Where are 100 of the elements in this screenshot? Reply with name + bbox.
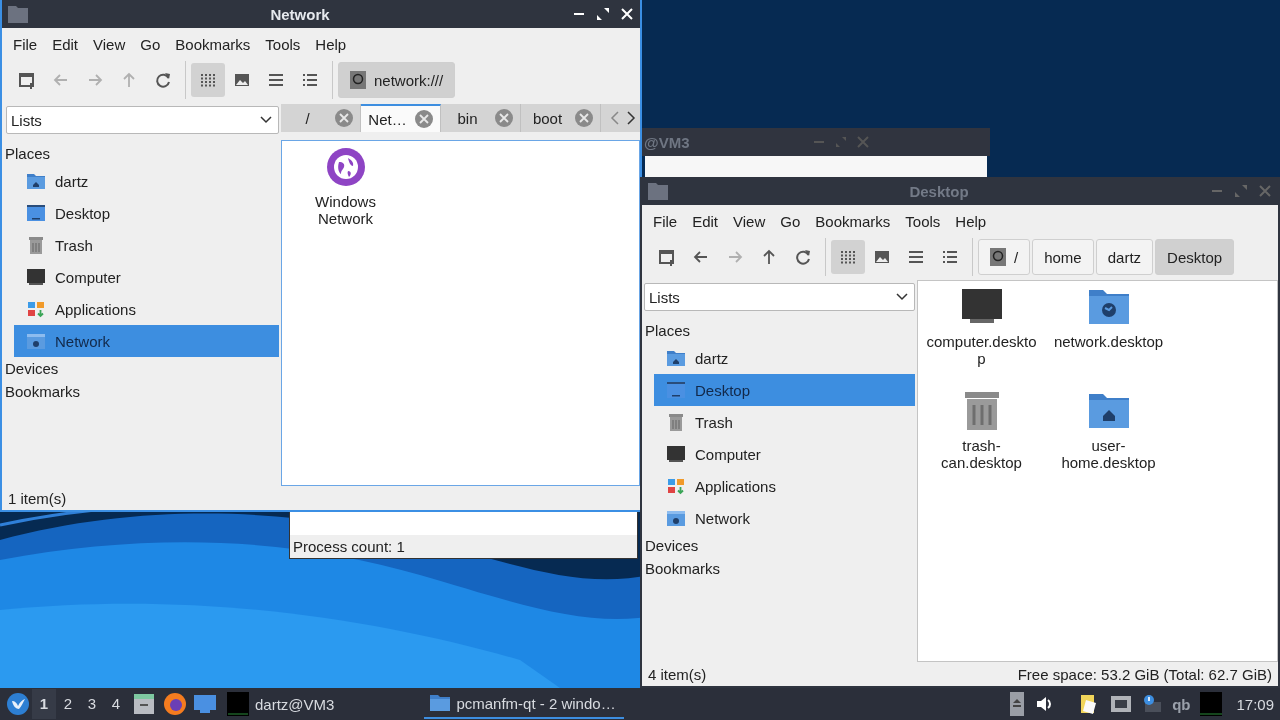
trash-icon [26, 235, 46, 255]
section-heading[interactable]: Devices [4, 357, 279, 380]
app-grid-icon [666, 476, 686, 496]
chevron-down-icon [896, 293, 908, 301]
desktop-icon [666, 380, 686, 400]
folder-icon [648, 182, 668, 200]
workspace-button[interactable]: 1 [32, 689, 56, 719]
home-folder-icon [666, 348, 686, 368]
view-mode-button[interactable] [831, 240, 865, 274]
menu-item[interactable]: Tools [258, 35, 309, 53]
sidebar-item[interactable]: Network [14, 325, 279, 357]
path-button[interactable]: / [978, 239, 1031, 275]
menu-item[interactable]: Help [308, 35, 355, 53]
network-folder-icon [666, 508, 686, 528]
menu-item[interactable]: Tools [898, 212, 949, 230]
file-label[interactable]: trash-can.desktop [925, 437, 1038, 471]
status-text: 1 item(s) [8, 489, 67, 507]
menu-item[interactable]: Edit [45, 35, 87, 53]
tab[interactable]: / [281, 104, 361, 132]
section-heading[interactable]: Devices [644, 534, 915, 557]
view-mode-button[interactable] [191, 63, 225, 97]
sidebar-item[interactable]: Applications [14, 293, 279, 325]
view-combo[interactable]: Lists [644, 283, 915, 311]
menu-item[interactable]: File [6, 35, 46, 53]
section-heading[interactable]: Bookmarks [644, 557, 915, 580]
file-label[interactable]: computer.desktop [925, 333, 1038, 367]
file-label[interactable]: Windows Network [289, 193, 402, 227]
menu-item[interactable]: View [726, 212, 774, 230]
folder-icon [430, 695, 451, 711]
folder-icon [8, 5, 28, 23]
menu-item[interactable]: Bookmarks [808, 212, 899, 230]
notification-icon[interactable] [1142, 694, 1163, 714]
file-label[interactable]: network.desktop [1053, 333, 1164, 350]
eject-icon[interactable] [1010, 692, 1025, 716]
path-button[interactable]: Desktop [1155, 239, 1235, 275]
free-space-text: Free space: 53.2 GiB (Total: 62.7 GiB) [1017, 665, 1272, 683]
drive-icon [350, 71, 366, 89]
sidebar-item[interactable]: dartz [654, 342, 915, 374]
file-label[interactable]: user-home.desktop [1052, 437, 1165, 471]
menu-item[interactable]: Bookmarks [168, 35, 259, 53]
section-heading[interactable]: Places [644, 319, 915, 342]
tab[interactable]: Net… [361, 104, 441, 132]
menu-item[interactable]: View [86, 35, 134, 53]
menu-item[interactable]: Go [773, 212, 809, 230]
home-folder-icon [1088, 391, 1129, 431]
sidebar-item[interactable]: Trash [654, 406, 915, 438]
file-cabinet-icon[interactable] [132, 692, 156, 716]
tray-label[interactable]: qb [1172, 695, 1191, 713]
terminal-icon [227, 692, 249, 716]
sidebar-item[interactable]: dartz [14, 165, 279, 197]
chevron-down-icon [260, 116, 272, 124]
desktop-icon [26, 203, 46, 223]
status-text: 4 item(s) [648, 665, 707, 683]
start-menu-icon[interactable] [6, 692, 30, 716]
tab[interactable]: bin [441, 104, 521, 132]
path-button[interactable]: dartz [1095, 239, 1154, 275]
tab[interactable]: boot [521, 104, 601, 132]
menu-item[interactable]: File [646, 212, 686, 230]
workspace-button[interactable]: 3 [80, 689, 104, 719]
desktop-icon[interactable] [193, 693, 217, 715]
view-combo[interactable]: Lists [6, 106, 279, 134]
sidebar-item[interactable]: Network [654, 502, 915, 534]
path-button[interactable]: network:/// [338, 62, 456, 98]
network-port-icon[interactable] [1110, 694, 1133, 714]
path-button[interactable]: home [1032, 239, 1094, 275]
section-heading[interactable]: Bookmarks [4, 380, 279, 403]
app-grid-icon [26, 299, 46, 319]
workspace-button[interactable]: 4 [104, 689, 128, 719]
new-window-icon[interactable] [17, 70, 37, 90]
reload-icon[interactable] [153, 70, 173, 90]
menu-item[interactable]: Go [133, 35, 169, 53]
workspace-button[interactable]: 2 [56, 689, 80, 719]
clock[interactable]: 17:09 [1236, 695, 1274, 713]
section-heading[interactable]: Places [4, 142, 279, 165]
tab-label: Net… [367, 110, 408, 128]
status-text: Process count: 1 [293, 538, 405, 555]
chevron-right-icon[interactable] [626, 111, 636, 125]
new-window-icon[interactable] [657, 247, 677, 267]
sidebar-item[interactable]: Computer [654, 438, 915, 470]
sidebar-item[interactable]: Applications [654, 470, 915, 502]
maximize-icon[interactable] [596, 7, 610, 21]
tab-label: boot [531, 109, 564, 127]
trash-icon [666, 412, 686, 432]
globe-icon [325, 147, 366, 187]
task-button[interactable]: dartz@VM3 [221, 689, 341, 719]
tab-label: / [304, 109, 311, 127]
sidebar-item[interactable]: Trash [14, 229, 279, 261]
menu-item[interactable]: Edit [685, 212, 727, 230]
home-folder-icon [26, 171, 46, 191]
network-folder-icon [26, 331, 46, 351]
window-title: Desktop [908, 182, 970, 200]
reload-icon[interactable] [793, 247, 813, 267]
sidebar-item[interactable]: Desktop [654, 374, 915, 406]
sidebar-item[interactable]: Desktop [14, 197, 279, 229]
network-folder-icon [1088, 287, 1129, 327]
browser-icon[interactable] [163, 692, 187, 716]
menu-item[interactable]: Help [948, 212, 995, 230]
task-button[interactable]: pcmanfm-qt - 2 windo… [424, 689, 625, 719]
drive-icon [990, 248, 1006, 266]
sidebar-item[interactable]: Computer [14, 261, 279, 293]
